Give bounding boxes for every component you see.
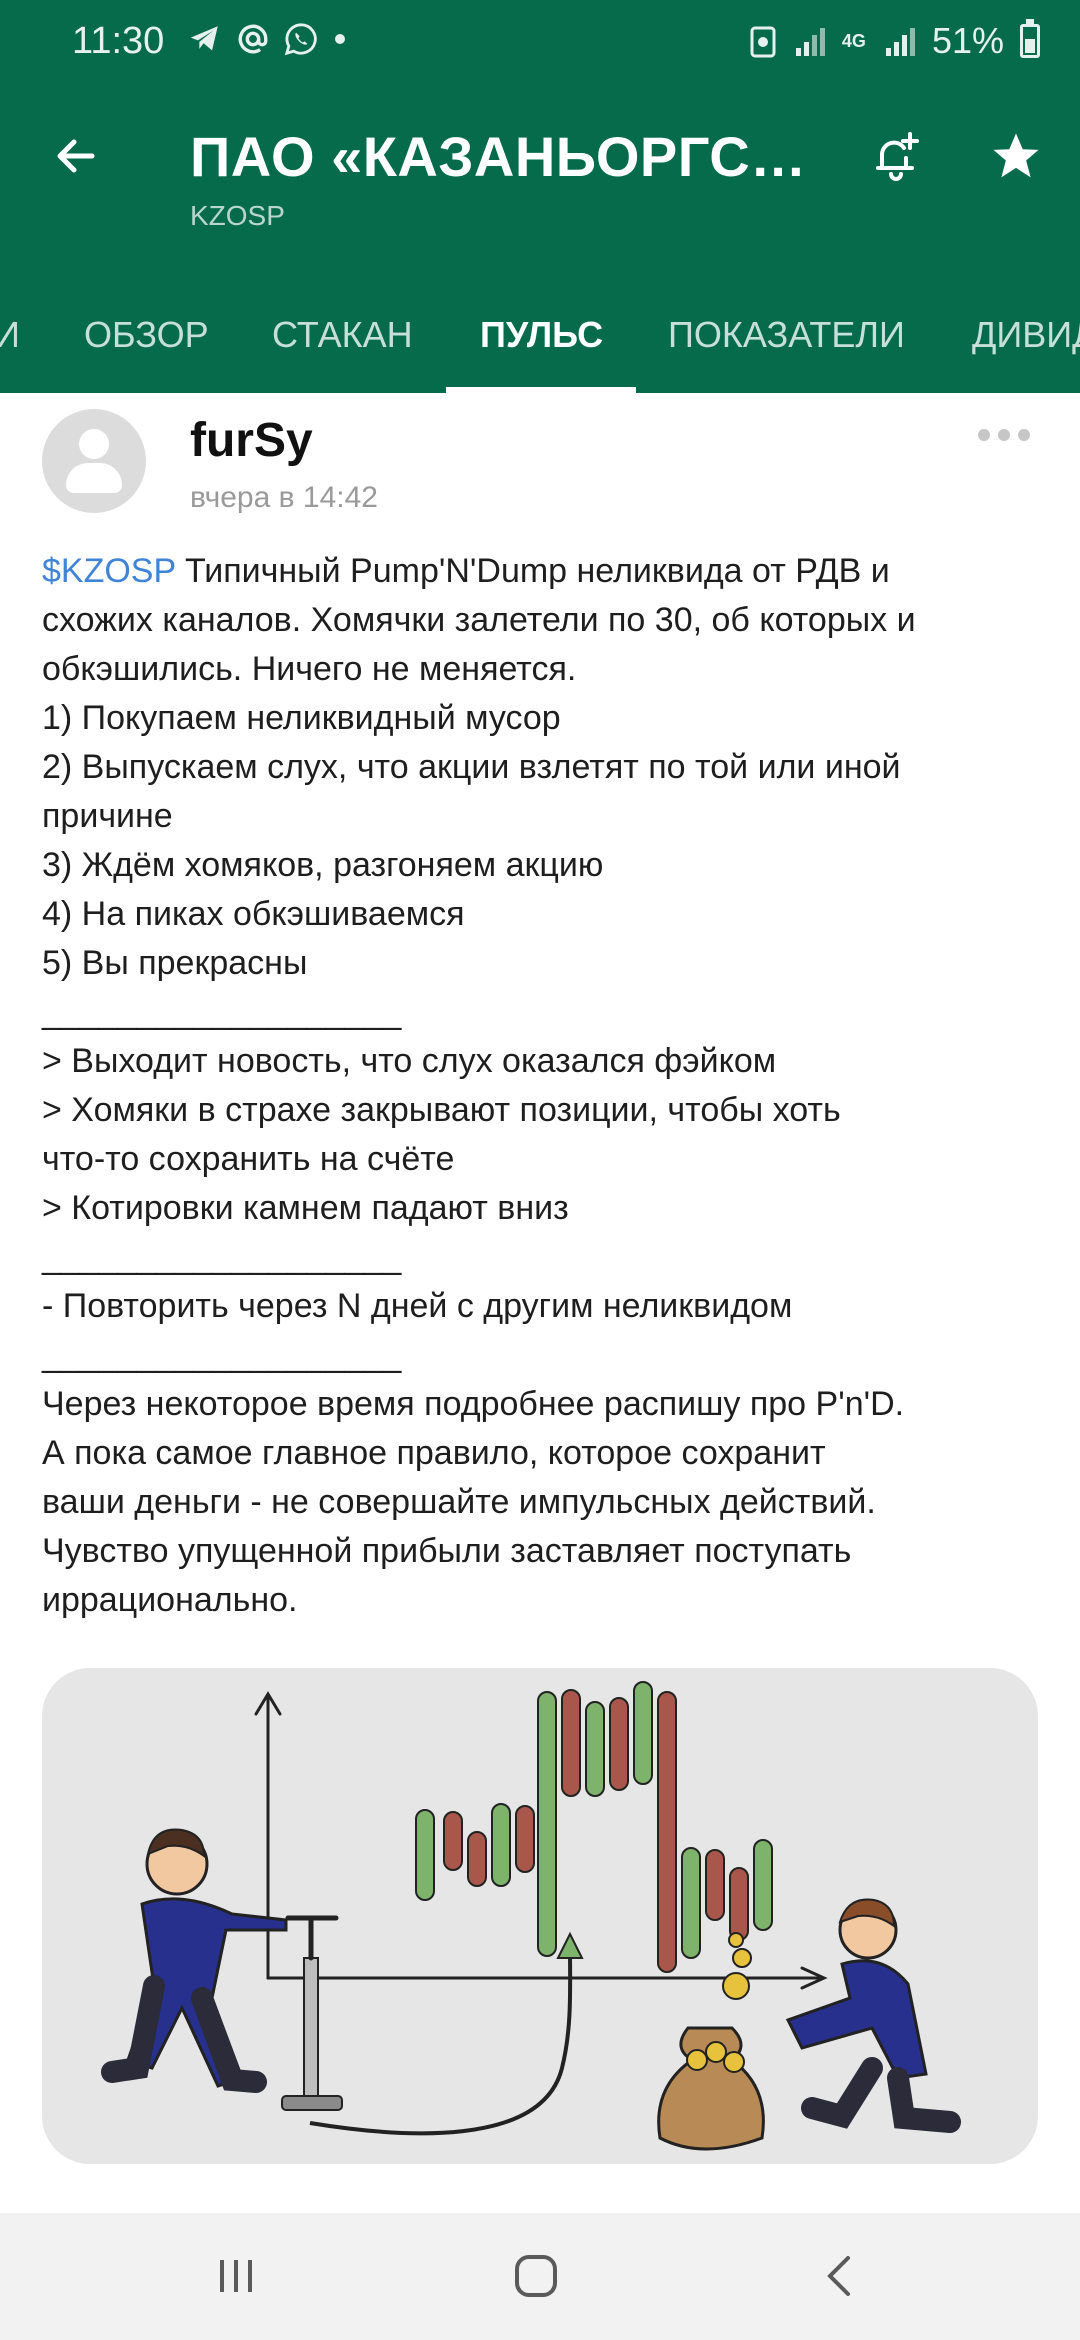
post-line: > Выходит новость, что слух оказался фэй… <box>42 1042 777 1080</box>
post-line: 2) Выпускаем слух, что акции взлетят по … <box>42 748 901 786</box>
post-line: 1) Покупаем неликвидный мусор <box>42 699 561 737</box>
post-line: схожих каналов. Хомячки залетели по 30, … <box>42 601 916 639</box>
post-divider: ___________________ <box>42 1336 402 1374</box>
whatsapp-icon <box>284 23 317 56</box>
status-time: 11:30 <box>72 20 165 62</box>
collecting-man <box>785 1898 961 2133</box>
bell-plus-icon <box>876 132 919 181</box>
candle <box>491 1803 511 1887</box>
more-dot-icon <box>978 429 990 441</box>
candle <box>515 1805 535 1873</box>
post-line-text: Типичный Pump'N'Dump неликвида от РДВ и <box>175 552 890 590</box>
post-divider: ___________________ <box>42 993 402 1031</box>
notifications-button[interactable] <box>860 120 932 192</box>
post-time: вчера в 14:42 <box>190 481 378 514</box>
post-text: $KZOSP Типичный Pump'N'Dump неликвида от… <box>42 547 1042 1625</box>
pump-and-dump-illustration <box>101 1681 961 2151</box>
page-title: ПАО «КАЗАНЬОРГСИНТ… <box>190 125 830 188</box>
dot-icon <box>335 34 345 44</box>
chevron-left-icon <box>827 2256 850 2296</box>
at-sign-icon <box>238 24 268 54</box>
post-line: Чувство упущенной прибыли заставляет пос… <box>42 1532 852 1570</box>
author-name[interactable]: furSy <box>190 413 313 468</box>
ticker-subtitle: KZOSP <box>190 200 285 231</box>
candle <box>657 1691 677 1973</box>
ticker-link[interactable]: $KZOSP <box>42 552 176 590</box>
post-line: Через некоторое время подробнее распишу … <box>42 1385 905 1423</box>
post-line: ваши деньги - не совершайте импульсных д… <box>42 1483 876 1521</box>
tab-pulse[interactable]: ПУЛЬС <box>480 314 603 356</box>
more-options-button[interactable] <box>978 423 1038 447</box>
candle <box>443 1811 463 1871</box>
candles-group <box>415 1681 773 1973</box>
candle <box>537 1691 557 1957</box>
favorite-button[interactable] <box>980 120 1052 192</box>
candle <box>681 1847 701 1959</box>
tab-orderbook[interactable]: СТАКАН <box>272 314 413 356</box>
candle <box>561 1689 581 1797</box>
post-line: 4) На пиках обкэшиваемся <box>42 895 465 933</box>
home-button[interactable] <box>496 2243 576 2309</box>
candle <box>609 1697 629 1791</box>
post-divider: ___________________ <box>42 1238 402 1276</box>
candle <box>415 1809 435 1901</box>
avatar-head <box>79 429 109 459</box>
post-line: - Повторить через N дней с другим неликв… <box>42 1287 793 1325</box>
tab-indicators[interactable]: ПОКАЗАТЕЛИ <box>668 314 905 356</box>
avatar[interactable] <box>42 409 146 513</box>
candle <box>585 1701 605 1797</box>
pumping-man <box>101 1828 288 2093</box>
post-line: 3) Ждём хомяков, разгоняем акцию <box>42 846 604 884</box>
status-bar: 11:30 4G 51% <box>0 0 1080 90</box>
more-dot-icon <box>1018 429 1030 441</box>
post-image[interactable] <box>42 1668 1038 2164</box>
arrow-left-icon <box>57 139 95 173</box>
candle <box>467 1831 487 1887</box>
recent-apps-button[interactable] <box>196 2243 276 2309</box>
star-icon <box>993 133 1039 178</box>
system-nav-bar <box>0 2213 1080 2340</box>
recent-apps-icon <box>220 2260 252 2292</box>
home-icon <box>515 2255 557 2297</box>
status-indicators: 4G 51% <box>750 19 1040 62</box>
tab-bar: И ОБЗОР СТАКАН ПУЛЬС ПОКАЗАТЕЛИ ДИВИДЕНД… <box>0 296 1080 393</box>
post-line: что-то сохранить на счёте <box>42 1140 455 1178</box>
data-saver-icon <box>750 26 776 58</box>
battery-icon <box>1020 19 1040 58</box>
post-line: обкэшились. Ничего не меняется. <box>42 650 577 688</box>
post-line: иррационально. <box>42 1581 298 1619</box>
more-dot-icon <box>998 429 1010 441</box>
candle <box>633 1681 653 1785</box>
avatar-body <box>66 463 122 493</box>
post-line: причине <box>42 797 173 835</box>
nav-back-button[interactable] <box>800 2243 880 2309</box>
candle <box>729 1867 749 1941</box>
post-line: > Котировки камнем падают вниз <box>42 1189 569 1227</box>
app-header: 11:30 4G 51% ПАО «КАЗАНЬОРГСИНТ… KZOSP И… <box>0 0 1080 393</box>
post-line: $KZOSP Типичный Pump'N'Dump неликвида от… <box>42 547 1042 596</box>
post-line: > Хомяки в страхе закрывают позиции, что… <box>42 1091 841 1129</box>
candle <box>705 1849 725 1921</box>
network-type: 4G <box>841 30 866 51</box>
post-card: furSy вчера в 14:42 $KZOSP Типичный Pump… <box>0 393 1080 2213</box>
back-button[interactable] <box>40 120 112 192</box>
signal-icon <box>795 28 825 56</box>
tab-overview[interactable]: ОБЗОР <box>84 314 209 356</box>
tab-info[interactable]: И <box>0 314 20 356</box>
candle <box>753 1839 773 1931</box>
signal-icon-2 <box>885 28 915 56</box>
post-line: А пока самое главное правило, которое со… <box>42 1434 826 1472</box>
tab-dividends[interactable]: ДИВИДЕНДЫ <box>972 314 1080 356</box>
battery-percent: 51% <box>931 20 1004 61</box>
telegram-icon <box>190 26 218 51</box>
post-line: 5) Вы прекрасны <box>42 944 308 982</box>
notification-icons <box>188 22 348 56</box>
